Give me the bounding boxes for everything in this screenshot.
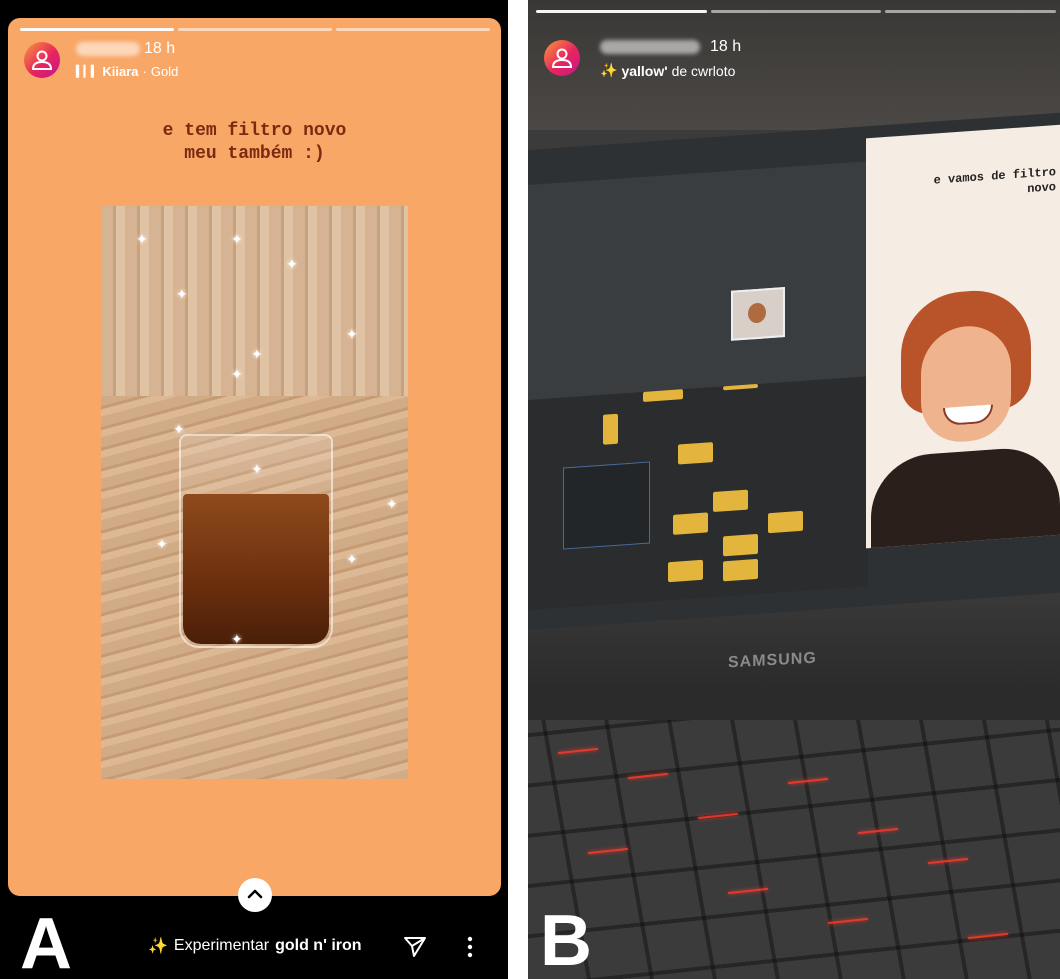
story-photo: ✦ ✦ ✦ ✦ ✦ ✦ ✦ ✦ ✦ ✦ ✦ ✦ ✦ [101, 206, 408, 779]
story-panel-a: 18 h ▍▎▍ Kiiara · Gold e tem filtro novo… [0, 0, 508, 979]
artist-name: Gold [150, 64, 179, 79]
sparkles-icon: ✨ [148, 938, 168, 955]
progress-segment [536, 10, 707, 13]
phone-preview: e vamos de filtro novo [866, 124, 1060, 549]
sparkle-icon: ✦ [231, 231, 243, 247]
caption-line-2: meu também :) [184, 144, 325, 164]
key-backlight [928, 857, 968, 865]
laptop-keyboard [528, 720, 1060, 979]
sparkle-icon: ✦ [346, 326, 358, 342]
key-backlight [728, 887, 768, 895]
effect-author: de cwrloto [671, 62, 736, 79]
avatar[interactable] [24, 42, 60, 78]
sparkle-icon: ✦ [176, 286, 188, 302]
key-backlight [558, 747, 598, 755]
try-label: Experimentar [173, 937, 270, 954]
story-footer-a: A ✨ Experimentar gold n' iron [0, 878, 508, 979]
story-panel-b: e vamos de filtro novo SAMSUNG 18 h ✨ ya… [528, 0, 1060, 979]
patch-node [768, 510, 803, 534]
sparkle-icon: ✦ [286, 256, 298, 272]
username-blurred[interactable] [76, 42, 140, 56]
effect-name: gold n' iron [275, 937, 362, 954]
swipe-up-button[interactable] [238, 878, 272, 912]
patch-node [713, 489, 748, 513]
patch-node [673, 512, 708, 535]
progress-segment [20, 28, 174, 31]
post-time: 18 h [710, 38, 742, 55]
music-bars-icon: ▍▎▍ [76, 66, 99, 78]
post-time: 18 h [144, 40, 176, 57]
user-icon [551, 48, 573, 68]
sparkles-icon: ✨ [600, 62, 618, 78]
effect-name: yallow' [621, 62, 668, 79]
patch-node [723, 533, 758, 557]
key-backlight [858, 827, 898, 835]
music-attribution[interactable]: ▍▎▍ Kiiara · Gold [76, 64, 178, 79]
effect-attribution[interactable]: ✨ yallow' de cwrloto [600, 62, 735, 79]
progress-segment [178, 28, 332, 31]
key-backlight [628, 772, 668, 780]
key-backlight [698, 812, 738, 820]
story-progress-bar [536, 10, 1057, 13]
patch-node [723, 558, 758, 582]
panel-label-a: A [20, 904, 72, 979]
thumbnail-preview [731, 287, 785, 341]
sparkle-icon: ✦ [251, 346, 263, 362]
patch-node [643, 389, 683, 402]
caption-line-1: e tem filtro novo [162, 121, 347, 141]
sparkle-icon: ✦ [386, 496, 398, 512]
portrait-shirt [871, 444, 1060, 549]
app-viewport [528, 161, 868, 405]
patch-node [668, 559, 703, 583]
progress-segment [710, 10, 882, 13]
laptop-brand: SAMSUNG [728, 649, 817, 672]
song-title: Kiiara [102, 64, 139, 79]
story-progress-bar [20, 28, 490, 31]
patch-node [678, 442, 713, 465]
key-backlight [828, 917, 868, 925]
story-a-card[interactable]: 18 h ▍▎▍ Kiiara · Gold e tem filtro novo… [8, 18, 501, 896]
tea-liquid [183, 494, 329, 644]
separator-dot: · [142, 64, 147, 79]
sparkle-icon: ✦ [156, 536, 168, 552]
key-backlight [588, 847, 628, 855]
preview-caption: e vamos de filtro novo [876, 165, 1056, 208]
chevron-up-icon [247, 889, 263, 899]
node-panel [563, 461, 650, 550]
sparkle-icon: ✦ [231, 631, 243, 647]
sparkle-icon: ✦ [173, 421, 185, 437]
username-blurred[interactable] [600, 40, 700, 54]
face-thumbnail [748, 302, 766, 324]
more-options-icon[interactable] [466, 934, 474, 960]
sparkle-icon: ✦ [251, 461, 263, 477]
story-caption: e tem filtro novo meu também :) [8, 120, 501, 166]
portrait-photo [871, 285, 1060, 549]
sparkle-icon: ✦ [346, 551, 358, 567]
avatar[interactable] [544, 40, 580, 76]
panel-label-b: B [540, 901, 592, 979]
portrait-face [921, 323, 1011, 445]
user-icon [31, 50, 53, 70]
story-b-photo[interactable]: e vamos de filtro novo SAMSUNG [528, 0, 1060, 979]
key-backlight [788, 777, 828, 785]
patch-node [603, 413, 618, 445]
patch-editor [528, 376, 868, 610]
send-icon[interactable] [402, 934, 428, 960]
key-backlight [968, 932, 1008, 940]
progress-segment [885, 10, 1057, 13]
sparkle-icon: ✦ [231, 366, 243, 382]
progress-segment [336, 28, 490, 31]
sparkle-icon: ✦ [136, 231, 148, 247]
laptop-screen: e vamos de filtro novo [528, 112, 1060, 630]
try-effect-link[interactable]: ✨ Experimentar gold n' iron [148, 936, 362, 956]
